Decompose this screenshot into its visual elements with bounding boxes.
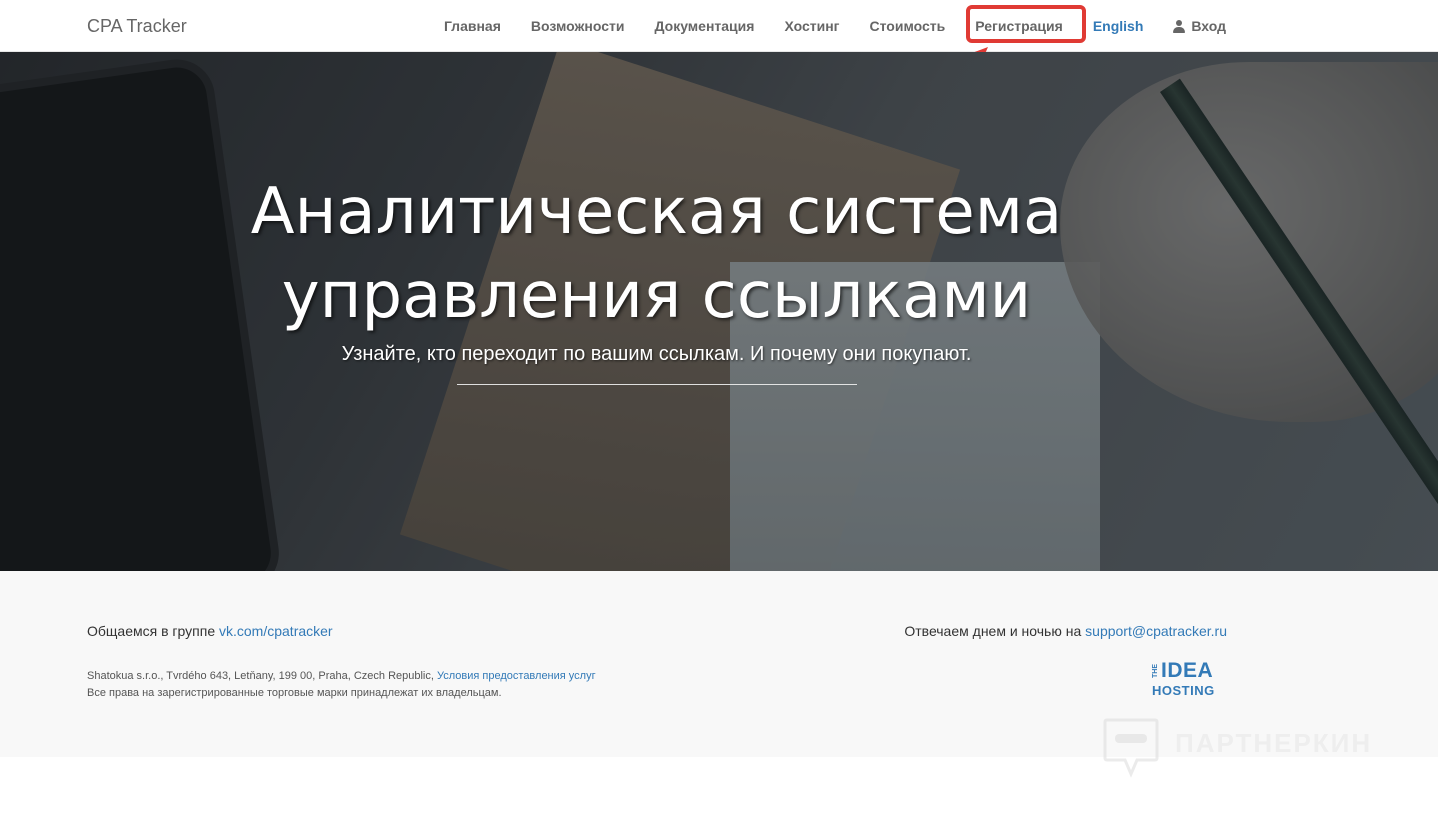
- main-nav: Главная Возможности Документация Хостинг…: [429, 0, 1241, 52]
- nav-pricing-link[interactable]: Стоимость: [855, 0, 961, 52]
- idea-logo-sub: HOSTING: [1152, 683, 1215, 698]
- nav-login-label: Вход: [1191, 18, 1226, 34]
- hero-title: Аналитическая система управления ссылкам…: [250, 175, 1063, 333]
- footer-community-text: Общаемся в группе: [87, 623, 216, 639]
- brand-logo-link[interactable]: CPA Tracker: [87, 0, 187, 52]
- idea-hosting-logo[interactable]: THE IDEA HOSTING: [1152, 659, 1226, 699]
- user-icon: [1173, 19, 1186, 33]
- footer-vk-link[interactable]: vk.com/cpatracker: [219, 623, 333, 639]
- chat-mask-icon: [1103, 718, 1159, 778]
- footer-legal: Shatokua s.r.o., Tvrdého 643, Letňany, 1…: [87, 668, 596, 702]
- nav-home-link[interactable]: Главная: [429, 0, 516, 52]
- navbar: CPA Tracker Главная Возможности Документ…: [0, 0, 1438, 52]
- footer-address-line: Shatokua s.r.o., Tvrdého 643, Letňany, 1…: [87, 668, 596, 685]
- footer-address: Shatokua s.r.o., Tvrdého 643, Letňany, 1…: [87, 670, 434, 682]
- idea-logo-the: THE: [1152, 664, 1159, 678]
- nav-docs-link[interactable]: Документация: [640, 0, 770, 52]
- footer-community: Общаемся в группе vk.com/cpatracker: [87, 623, 333, 639]
- hero-divider: [457, 384, 857, 385]
- watermark-text: ПАРТНЕРКИН: [1175, 728, 1373, 758]
- footer-rights: Все права на зарегистрированные торговые…: [87, 687, 502, 699]
- nav-register-link[interactable]: Регистрация: [960, 0, 1078, 52]
- hero-content: Аналитическая система управления ссылкам…: [0, 52, 1438, 571]
- hero-subtitle: Узнайте, кто переходит по вашим ссылкам.…: [341, 343, 972, 365]
- nav-features-link[interactable]: Возможности: [516, 0, 640, 52]
- footer-support-text: Отвечаем днем и ночью на: [904, 623, 1082, 639]
- footer-support: Отвечаем днем и ночью на support@cpatrac…: [904, 623, 1227, 639]
- nav-hosting-link[interactable]: Хостинг: [769, 0, 854, 52]
- nav-login-link[interactable]: Вход: [1158, 0, 1241, 52]
- idea-logo-main: IDEA: [1161, 659, 1214, 682]
- nav-language-link[interactable]: English: [1078, 0, 1159, 52]
- partnerkin-watermark: ПАРТНЕРКИН: [1103, 718, 1403, 782]
- footer-support-email-link[interactable]: support@cpatracker.ru: [1085, 623, 1227, 639]
- footer-terms-link[interactable]: Условия предоставления услуг: [437, 670, 596, 682]
- hero-banner: Аналитическая система управления ссылкам…: [0, 52, 1438, 571]
